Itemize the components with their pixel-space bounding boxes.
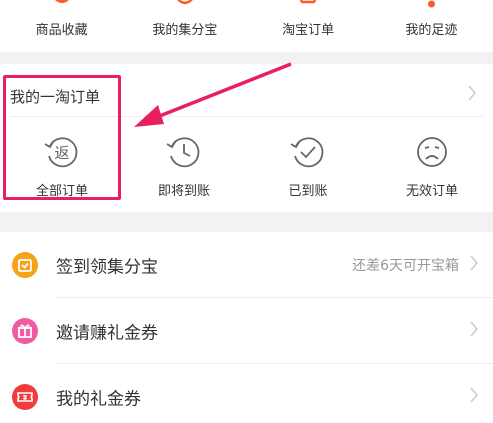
order-status-label: 无效订单 (405, 184, 458, 199)
return-icon: 返 (44, 134, 80, 174)
orders-panel: 我的一淘订单 返 全部订单 即将到账 已到账 无效订单 (0, 64, 493, 212)
points-icon (173, 0, 197, 16)
order-status-arrived[interactable]: 已到账 (248, 134, 368, 200)
order-status-label: 已到账 (288, 184, 328, 199)
return-icon-glyph: 返 (54, 144, 69, 162)
quick-item-label: 我的集分宝 (152, 23, 218, 38)
quick-item-favorites[interactable]: 商品收藏 (0, 0, 123, 52)
coupon-icon (12, 384, 38, 410)
menu-item-label: 签到领集分宝 (56, 257, 158, 278)
chevron-right-icon (469, 386, 479, 408)
chevron-right-icon (469, 320, 479, 342)
order-status-pending[interactable]: 即将到账 (124, 134, 244, 200)
menu-list: 签到领集分宝 还差6天可开宝箱 邀请赚礼金券 我的礼金券 (0, 232, 493, 423)
gift-icon (12, 318, 38, 344)
favorites-icon (50, 0, 74, 16)
clock-icon (166, 134, 202, 174)
menu-item-checkin[interactable]: 签到领集分宝 还差6天可开宝箱 (0, 232, 493, 298)
quick-access-grid: 商品收藏 我的集分宝 淘宝订单 我的足迹 (0, 0, 493, 52)
quick-item-taobao-orders[interactable]: 淘宝订单 (247, 0, 370, 52)
menu-item-label: 邀请赚礼金券 (56, 323, 158, 344)
chevron-right-icon[interactable] (467, 84, 477, 106)
order-status-invalid[interactable]: 无效订单 (372, 134, 492, 200)
menu-item-invite[interactable]: 邀请赚礼金券 (0, 298, 493, 364)
quick-item-label: 商品收藏 (35, 23, 88, 38)
divider (10, 116, 483, 117)
menu-item-my-coupons[interactable]: 我的礼金券 (0, 364, 493, 423)
taobao-order-icon (296, 0, 320, 16)
check-icon (290, 134, 326, 174)
sad-face-icon (414, 134, 450, 174)
orders-title[interactable]: 我的一淘订单 (10, 86, 100, 107)
checkin-icon (12, 252, 38, 278)
order-status-label: 全部订单 (35, 184, 88, 199)
order-status-label: 即将到账 (157, 184, 210, 199)
my-account-page: 商品收藏 我的集分宝 淘宝订单 我的足迹 我的一淘订单 返 全部订单 即将到账 … (0, 0, 493, 423)
chevron-right-icon (469, 254, 479, 276)
order-status-all[interactable]: 返 全部订单 (2, 134, 122, 200)
quick-item-footprint[interactable]: 我的足迹 (370, 0, 493, 52)
quick-item-label: 我的足迹 (405, 23, 458, 38)
menu-item-hint: 还差6天可开宝箱 (352, 258, 459, 274)
footprint-icon (419, 0, 443, 16)
menu-item-label: 我的礼金券 (56, 389, 141, 410)
quick-item-label: 淘宝订单 (282, 23, 335, 38)
quick-item-points[interactable]: 我的集分宝 (123, 0, 246, 52)
